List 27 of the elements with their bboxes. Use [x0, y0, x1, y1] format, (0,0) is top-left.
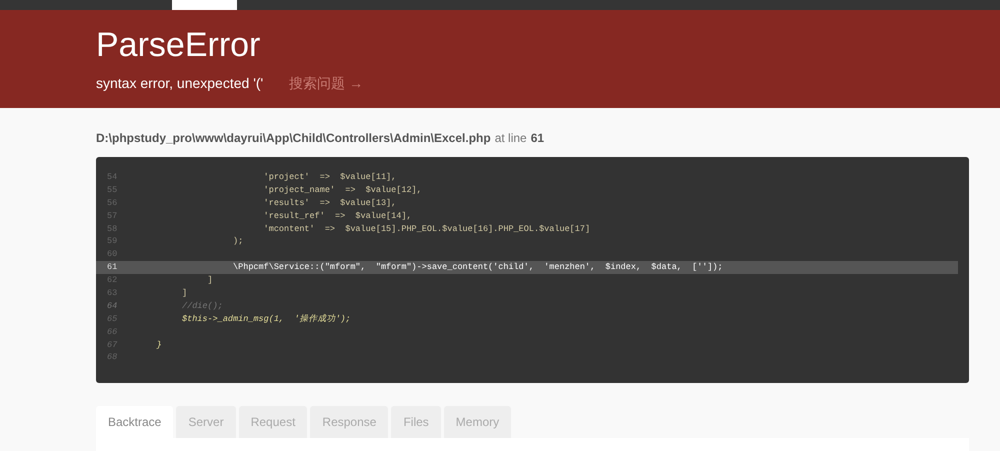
code-line: 'result_ref' => $value[14], — [262, 210, 412, 223]
line-number: 61 — [530, 131, 544, 145]
code-line: ] — [181, 287, 188, 300]
code-line: 'project_name' => $value[12], — [262, 184, 422, 197]
line-number: 61 — [106, 261, 118, 274]
code-line: ] — [206, 274, 213, 288]
search-link[interactable]: 搜索问题 → — [289, 75, 364, 93]
tab[interactable]: Memory — [444, 406, 512, 438]
code-line: //die(); — [181, 300, 223, 313]
tab[interactable]: Files — [391, 406, 441, 438]
file-path: D:\phpstudy_pro\www\dayrui\App\Child\Controllers\Admin\Excel.php — [96, 131, 491, 145]
tab[interactable]: Response — [310, 406, 388, 438]
tab[interactable]: Backtrace — [96, 406, 174, 438]
code-line: } — [156, 338, 162, 352]
line-number: 64 — [106, 300, 118, 313]
code-line: ); — [232, 235, 244, 248]
code-line: 'results' => $value[13], — [262, 196, 396, 210]
code-line: $this->_admin_msg(1, '操作成功'); — [181, 312, 351, 326]
at-line-label: at line — [494, 131, 527, 145]
error-message: syntax error, unexpected '(' — [96, 75, 264, 91]
code-line: 'mcontent' => $value[15].PHP_EOL.$value[16].PHP_EOL.$value[17] — [262, 222, 590, 236]
tab[interactable]: Server — [176, 406, 236, 438]
code-line: 'project' => $value[11], — [262, 171, 396, 184]
top-tab[interactable] — [172, 0, 237, 10]
error-title: ParseError — [96, 25, 262, 65]
tab[interactable]: Request — [238, 406, 308, 438]
code-line: \Phpcmf\Service::("mform", "mform")->save_content('child', 'menzhen', $index, $data, ['']); — [232, 261, 723, 274]
